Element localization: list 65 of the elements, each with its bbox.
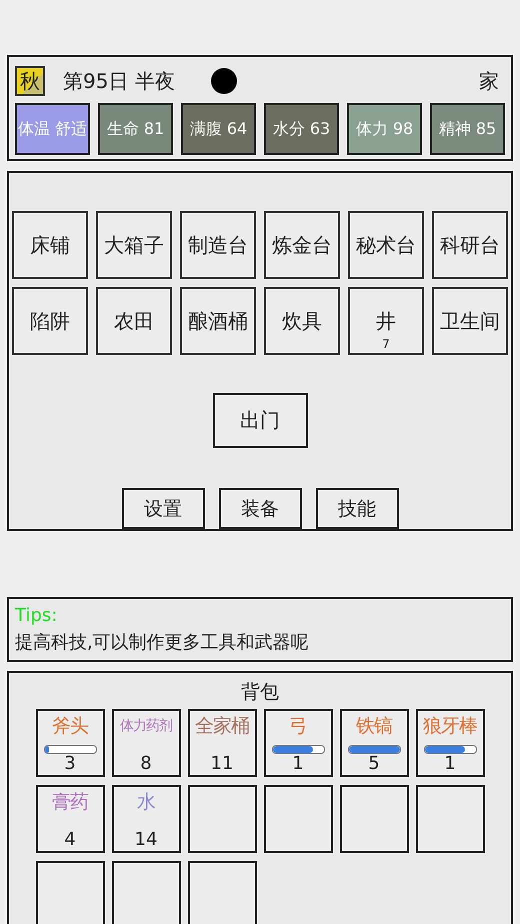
building-button[interactable]: 炊具 xyxy=(264,287,340,355)
stat-chip: 满腹 64 xyxy=(181,103,256,155)
item-slot[interactable]: 膏药 4 xyxy=(36,785,104,853)
season-badge: 秋 xyxy=(15,66,45,96)
tips-title: Tips: xyxy=(15,605,58,626)
building-count: 7 xyxy=(382,337,390,351)
tips-text: 提高科技,可以制作更多工具和武器呢 xyxy=(15,631,310,654)
stat-chip: 精神 85 xyxy=(430,103,505,155)
empty-slot[interactable] xyxy=(264,785,332,853)
item-count: 1 xyxy=(444,753,456,774)
moon-icon xyxy=(210,68,237,94)
empty-slot[interactable] xyxy=(340,785,408,853)
location-label: 家 xyxy=(479,68,499,94)
exit-button[interactable]: 出门 xyxy=(212,393,308,448)
item-count: 5 xyxy=(368,753,380,774)
building-button[interactable]: 炼金台 xyxy=(264,211,340,279)
empty-slot[interactable] xyxy=(416,785,484,853)
item-slot[interactable]: 全家桶 11 xyxy=(188,709,256,777)
menu-button[interactable]: 装备 xyxy=(218,488,302,529)
item-name: 狼牙棒 xyxy=(423,714,477,739)
item-name: 全家桶 xyxy=(195,714,249,739)
building-button[interactable]: 床铺 xyxy=(12,211,88,279)
item-count: 1 xyxy=(292,753,304,774)
building-button[interactable]: 秘术台 xyxy=(348,211,424,279)
building-button[interactable]: 农田 xyxy=(96,287,172,355)
menu-button[interactable]: 技能 xyxy=(316,488,398,529)
item-slot[interactable]: 弓 1 xyxy=(264,709,332,777)
stat-chip: 生命 81 xyxy=(98,103,173,155)
item-slot[interactable]: 体力药剂 8 xyxy=(112,709,180,777)
building-button[interactable]: 井 7 xyxy=(348,287,424,355)
empty-slot[interactable] xyxy=(36,861,104,924)
item-count: 4 xyxy=(64,829,76,850)
item-name: 铁镐 xyxy=(356,714,392,739)
item-slot[interactable]: 铁镐 5 xyxy=(340,709,408,777)
building-button[interactable]: 大箱子 xyxy=(96,211,172,279)
building-button[interactable]: 卫生间 xyxy=(432,287,508,355)
stat-chip: 体温 舒适 xyxy=(15,103,90,155)
durability-bar xyxy=(44,745,96,754)
empty-slot[interactable] xyxy=(188,785,256,853)
backpack-title: 背包 xyxy=(241,680,279,705)
empty-slot[interactable] xyxy=(112,861,180,924)
item-slot[interactable]: 斧头 3 xyxy=(36,709,104,777)
durability-bar xyxy=(272,745,324,754)
item-name: 体力药剂 xyxy=(120,717,172,735)
building-button[interactable]: 陷阱 xyxy=(12,287,88,355)
item-name: 弓 xyxy=(289,714,307,739)
item-slot[interactable]: 水 14 xyxy=(112,785,180,853)
durability-bar xyxy=(348,745,400,754)
item-name: 水 xyxy=(137,790,155,815)
item-count: 14 xyxy=(134,829,158,850)
stat-chip: 水分 63 xyxy=(264,103,339,155)
menu-button[interactable]: 设置 xyxy=(122,488,204,529)
building-button[interactable]: 酿酒桶 xyxy=(180,287,256,355)
durability-bar xyxy=(424,745,476,754)
item-count: 3 xyxy=(64,753,76,774)
item-name: 膏药 xyxy=(52,790,88,815)
building-button[interactable]: 科研台 xyxy=(432,211,508,279)
item-slot[interactable]: 狼牙棒 1 xyxy=(416,709,484,777)
day-time-label: 第95日 半夜 xyxy=(63,68,175,94)
item-name: 斧头 xyxy=(52,714,88,739)
stat-chip: 体力 98 xyxy=(347,103,422,155)
item-count: 11 xyxy=(210,753,234,774)
building-button[interactable]: 制造台 xyxy=(180,211,256,279)
item-count: 8 xyxy=(140,753,152,774)
empty-slot[interactable] xyxy=(188,861,256,924)
